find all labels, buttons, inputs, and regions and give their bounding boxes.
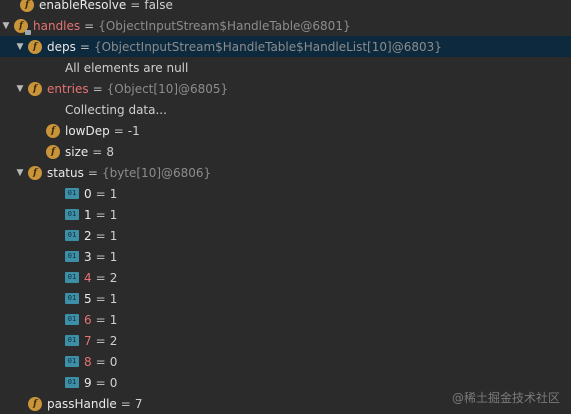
variable-row[interactable]: ▼ f status = {byte[10]@6806} bbox=[0, 162, 571, 183]
variable-row[interactable]: ▼ f entries = {Object[10]@6805} bbox=[0, 78, 571, 99]
variable-value: 0 bbox=[109, 354, 118, 369]
equals-sign: = bbox=[95, 333, 106, 348]
variable-name: 6 bbox=[84, 312, 92, 327]
variable-name: entries bbox=[47, 81, 89, 96]
variable-name: 0 bbox=[84, 186, 92, 201]
tree-message-text: Collecting data... bbox=[65, 102, 167, 117]
variable-value: 0 bbox=[109, 375, 118, 390]
equals-sign: = bbox=[95, 354, 106, 369]
array-element-icon: 01 bbox=[65, 230, 79, 241]
array-element-row[interactable]: 01 0 = 1 bbox=[0, 183, 571, 204]
variable-name: enableResolve bbox=[39, 0, 127, 12]
variable-row[interactable]: ▼fsize=8 bbox=[0, 141, 571, 162]
variable-name: status bbox=[47, 165, 84, 180]
equals-sign: = bbox=[95, 375, 106, 390]
array-element-row[interactable]: 01 7 = 2 bbox=[0, 330, 571, 351]
variable-value: 1 bbox=[109, 291, 118, 306]
variable-name: deps bbox=[47, 39, 76, 54]
variable-value: 1 bbox=[109, 249, 118, 264]
tree-message-text: All elements are null bbox=[65, 60, 189, 75]
tree-message: All elements are null bbox=[0, 57, 571, 78]
equals-sign: = bbox=[92, 81, 103, 96]
lock-icon bbox=[25, 29, 31, 35]
variable-name: 1 bbox=[84, 207, 92, 222]
field-icon: f bbox=[46, 123, 60, 138]
variable-row[interactable]: ▼ f handles = {ObjectInputStream$HandleTable… bbox=[0, 15, 571, 36]
equals-sign: = bbox=[95, 249, 106, 264]
field-icon: f bbox=[28, 396, 42, 411]
array-element-icon: 01 bbox=[65, 377, 79, 388]
object-reference: {Object[10]@6805} bbox=[106, 81, 229, 96]
variable-value: 2 bbox=[109, 333, 118, 348]
array-element-icon: 01 bbox=[65, 251, 79, 262]
object-reference: {ObjectInputStream$HandleTable$HandleLis… bbox=[93, 39, 442, 54]
variable-name: 2 bbox=[84, 228, 92, 243]
tree-message: Collecting data... bbox=[0, 99, 571, 120]
equals-sign: = bbox=[95, 186, 106, 201]
variable-name: 8 bbox=[84, 354, 92, 369]
object-reference: {ObjectInputStream$HandleTable@6801} bbox=[98, 18, 351, 33]
variable-value: 1 bbox=[109, 312, 118, 327]
variable-value: 2 bbox=[109, 270, 118, 285]
variable-value: 8 bbox=[106, 144, 114, 159]
array-element-row[interactable]: 01 1 = 1 bbox=[0, 204, 571, 225]
object-reference: {byte[10]@6806} bbox=[101, 165, 212, 180]
debugger-variables-tree: ▼fenableResolve=false▼fhandles={ObjectIn… bbox=[0, 0, 571, 414]
equals-sign: = bbox=[92, 144, 103, 159]
variable-name: 5 bbox=[84, 291, 92, 306]
equals-sign: = bbox=[95, 228, 106, 243]
equals-sign: = bbox=[95, 207, 106, 222]
expand-arrow-icon[interactable]: ▼ bbox=[0, 15, 12, 36]
expand-arrow-icon[interactable]: ▼ bbox=[14, 78, 26, 99]
array-element-row[interactable]: 01 2 = 1 bbox=[0, 225, 571, 246]
variable-name: 9 bbox=[84, 375, 92, 390]
variable-name: size bbox=[65, 144, 89, 159]
equals-sign: = bbox=[130, 0, 141, 12]
equals-sign: = bbox=[95, 291, 106, 306]
array-element-icon: 01 bbox=[65, 293, 79, 304]
array-element-row[interactable]: 01 4 = 2 bbox=[0, 267, 571, 288]
variable-row[interactable]: ▼ f deps = {ObjectInputStream$HandleTable$Ha… bbox=[0, 36, 571, 57]
array-element-row[interactable]: 01 8 = 0 bbox=[0, 351, 571, 372]
array-element-row[interactable]: 01 5 = 1 bbox=[0, 288, 571, 309]
variable-row[interactable]: ▼flowDep=-1 bbox=[0, 120, 571, 141]
field-icon: f bbox=[28, 81, 42, 96]
variable-name: passHandle bbox=[47, 396, 117, 411]
variable-row[interactable]: ▼fenableResolve=false bbox=[0, 0, 571, 15]
equals-sign: = bbox=[79, 39, 90, 54]
array-element-icon: 01 bbox=[65, 314, 79, 325]
variable-value: 1 bbox=[109, 186, 118, 201]
variable-name: lowDep bbox=[65, 123, 110, 138]
array-element-icon: 01 bbox=[65, 209, 79, 220]
watermark: @稀土掘金技术社区 bbox=[451, 391, 560, 405]
variable-name: 4 bbox=[84, 270, 92, 285]
array-element-icon: 01 bbox=[65, 188, 79, 199]
variable-value: 1 bbox=[109, 207, 118, 222]
variable-value: 7 bbox=[134, 396, 143, 411]
variable-value: false bbox=[144, 0, 173, 12]
variable-value: 1 bbox=[109, 228, 118, 243]
array-element-icon: 01 bbox=[65, 272, 79, 283]
expand-arrow-icon[interactable]: ▼ bbox=[14, 162, 26, 183]
variable-name: handles bbox=[33, 18, 81, 33]
equals-sign: = bbox=[95, 270, 106, 285]
equals-sign: = bbox=[87, 165, 98, 180]
equals-sign: = bbox=[113, 123, 124, 138]
array-element-icon: 01 bbox=[65, 335, 79, 346]
variable-name: 3 bbox=[84, 249, 92, 264]
variable-name: 7 bbox=[84, 333, 92, 348]
array-element-row[interactable]: 01 3 = 1 bbox=[0, 246, 571, 267]
field-icon: f bbox=[46, 144, 60, 159]
variable-value: -1 bbox=[127, 123, 140, 138]
equals-sign: = bbox=[120, 396, 131, 411]
array-element-icon: 01 bbox=[65, 356, 79, 367]
field-icon: f bbox=[28, 165, 42, 180]
field-icon: f bbox=[14, 18, 31, 35]
field-icon: f bbox=[28, 39, 42, 54]
equals-sign: = bbox=[95, 312, 106, 327]
equals-sign: = bbox=[84, 18, 95, 33]
field-icon: f bbox=[20, 0, 34, 12]
array-element-row[interactable]: 01 6 = 1 bbox=[0, 309, 571, 330]
expand-arrow-icon[interactable]: ▼ bbox=[14, 36, 26, 57]
